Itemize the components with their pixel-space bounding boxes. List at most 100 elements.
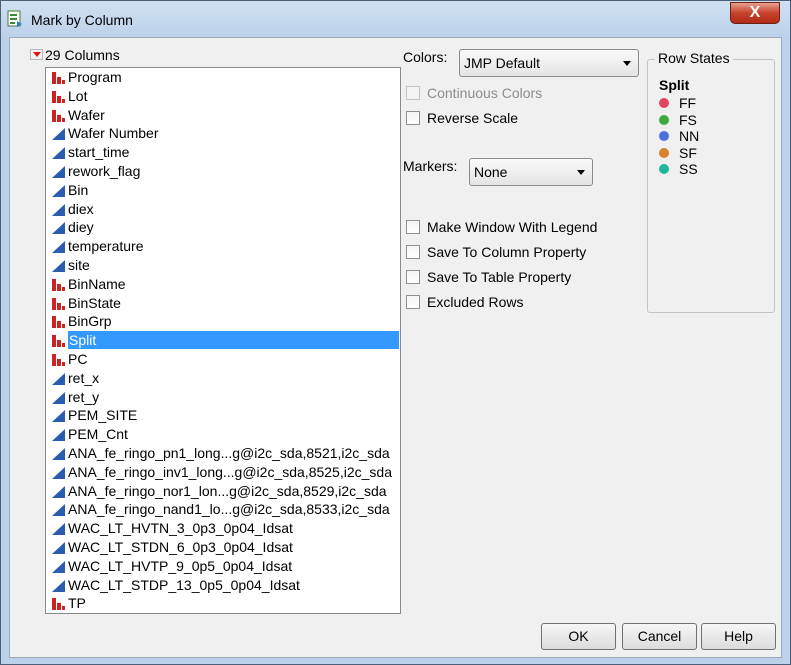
legend-label: SF: [679, 144, 697, 161]
column-name: ANA_fe_ringo_inv1_long...g@i2c_sda,8525,…: [68, 463, 392, 480]
column-list-item[interactable]: BinName: [46, 275, 400, 294]
legend-dot-icon: [659, 147, 669, 158]
close-button[interactable]: X: [730, 2, 780, 24]
save-table-property-label: Save To Table Property: [427, 269, 572, 285]
nominal-bar-icon: [52, 598, 65, 611]
column-list-item[interactable]: diex: [46, 200, 400, 219]
nominal-bar-icon: [52, 353, 65, 366]
column-name: site: [68, 256, 90, 273]
ok-button[interactable]: OK: [541, 623, 616, 650]
column-name: Program: [68, 69, 122, 85]
nominal-bar-icon: [52, 72, 65, 84]
save-column-property-label: Save To Column Property: [427, 244, 587, 260]
column-list-item[interactable]: PEM_SITE: [46, 406, 400, 425]
red-triangle-menu-icon[interactable]: [30, 49, 43, 60]
markers-dropdown[interactable]: None: [469, 158, 593, 186]
column-list-item[interactable]: ret_y: [46, 388, 400, 407]
excluded-rows-checkbox[interactable]: [406, 295, 420, 309]
legend-dot-icon: [659, 131, 669, 141]
make-window-legend-checkbox[interactable]: [406, 220, 420, 234]
jmp-app-icon: [7, 10, 22, 27]
column-list-item[interactable]: WAC_LT_HVTP_9_0p5_0p04_Idsat: [46, 557, 400, 576]
save-table-property-checkbox[interactable]: [406, 270, 420, 284]
continuous-triangle-icon: [52, 541, 65, 554]
column-list-item[interactable]: ANA_fe_ringo_nand1_lo...g@i2c_sda,8533,i…: [46, 500, 400, 519]
colors-label: Colors:: [403, 49, 448, 65]
column-list-item[interactable]: diey: [46, 218, 400, 237]
column-name: diey: [68, 219, 94, 236]
column-list-item[interactable]: site: [46, 256, 400, 275]
close-icon: X: [749, 4, 761, 21]
column-name: ANA_fe_ringo_nand1_lo...g@i2c_sda,8533,i…: [68, 501, 390, 518]
nominal-bar-icon: [52, 278, 65, 291]
column-list-item[interactable]: ret_x: [46, 369, 400, 388]
column-list[interactable]: Program Lot Wafer Wafer Number start_time rew…: [45, 67, 401, 614]
legend-dot-icon: [659, 114, 669, 125]
column-list-item[interactable]: Bin: [46, 181, 400, 200]
column-list-item[interactable]: BinGrp: [46, 312, 400, 331]
continuous-colors-label: Continuous Colors: [427, 85, 543, 101]
continuous-triangle-icon: [52, 391, 65, 404]
column-list-item[interactable]: WAC_LT_STDP_13_0p5_0p04_Idsat: [46, 576, 400, 595]
reverse-scale-label: Reverse Scale: [427, 110, 519, 126]
window-title: Mark by Column: [31, 12, 133, 28]
row-states-group: [647, 59, 775, 313]
continuous-triangle-icon: [52, 259, 65, 272]
column-list-item[interactable]: WAC_LT_STDN_6_0p3_0p04_Idsat: [46, 538, 400, 557]
column-list-item[interactable]: Split: [46, 331, 400, 350]
nominal-bar-icon: [52, 335, 65, 348]
colors-dropdown[interactable]: JMP Default: [459, 49, 639, 77]
column-list-item[interactable]: rework_flag: [46, 162, 400, 181]
column-name: PEM_Cnt: [68, 426, 128, 443]
column-list-item[interactable]: PC: [46, 350, 400, 369]
column-list-item[interactable]: Wafer: [46, 106, 400, 125]
help-button[interactable]: Help: [701, 623, 776, 650]
column-name: TP: [68, 595, 86, 612]
column-list-item[interactable]: ANA_fe_ringo_inv1_long...g@i2c_sda,8525,…: [46, 463, 400, 482]
column-name: ANA_fe_ringo_pn1_long...g@i2c_sda,8521,i…: [68, 444, 390, 461]
column-name: ret_y: [68, 388, 100, 405]
continuous-colors-checkbox[interactable]: [406, 86, 420, 100]
continuous-triangle-icon: [52, 429, 65, 442]
column-list-item[interactable]: BinState: [46, 294, 400, 313]
legend-title: Split: [659, 77, 690, 93]
column-name: Lot: [68, 87, 88, 104]
colors-dropdown-value: JMP Default: [464, 55, 540, 71]
column-name: WAC_LT_HVTP_9_0p5_0p04_Idsat: [68, 557, 293, 574]
continuous-triangle-icon: [52, 447, 65, 460]
reverse-scale-checkbox[interactable]: [406, 111, 420, 125]
column-name: temperature: [68, 238, 144, 255]
legend-label: SS: [679, 161, 698, 177]
column-list-item[interactable]: ANA_fe_ringo_nor1_lon...g@i2c_sda,8529,i…: [46, 482, 400, 501]
column-list-item[interactable]: TP: [46, 594, 400, 613]
column-name: WAC_LT_HVTN_3_0p3_0p04_Idsat: [68, 520, 293, 537]
cancel-button[interactable]: Cancel: [622, 623, 697, 650]
column-name: WAC_LT_STDP_13_0p5_0p04_Idsat: [68, 576, 300, 593]
continuous-triangle-icon: [52, 466, 65, 479]
save-column-property-checkbox[interactable]: [406, 245, 420, 259]
continuous-triangle-icon: [52, 560, 65, 573]
continuous-triangle-icon: [52, 184, 65, 197]
column-list-item[interactable]: Program: [46, 68, 400, 87]
continuous-triangle-icon: [52, 222, 65, 235]
column-name: start_time: [68, 144, 130, 161]
continuous-triangle-icon: [52, 410, 65, 423]
column-list-item[interactable]: PEM_Cnt: [46, 425, 400, 444]
column-list-item[interactable]: ANA_fe_ringo_pn1_long...g@i2c_sda,8521,i…: [46, 444, 400, 463]
column-list-item[interactable]: start_time: [46, 143, 400, 162]
legend-label: FS: [679, 111, 697, 128]
markers-dropdown-value: None: [474, 164, 508, 180]
nominal-bar-icon: [52, 109, 65, 122]
column-list-item[interactable]: Lot: [46, 87, 400, 106]
column-name: diex: [68, 200, 94, 217]
continuous-triangle-icon: [52, 523, 65, 536]
nominal-bar-icon: [52, 90, 65, 103]
legend-label: FF: [679, 95, 697, 111]
columns-count-label: 29 Columns: [45, 47, 120, 63]
column-name: ANA_fe_ringo_nor1_lon...g@i2c_sda,8529,i…: [68, 482, 387, 499]
column-list-item[interactable]: Wafer Number: [46, 124, 400, 143]
markers-label: Markers:: [403, 158, 458, 174]
column-list-item[interactable]: WAC_LT_HVTN_3_0p3_0p04_Idsat: [46, 519, 400, 538]
legend-dot-icon: [659, 164, 669, 174]
column-list-item[interactable]: temperature: [46, 237, 400, 256]
